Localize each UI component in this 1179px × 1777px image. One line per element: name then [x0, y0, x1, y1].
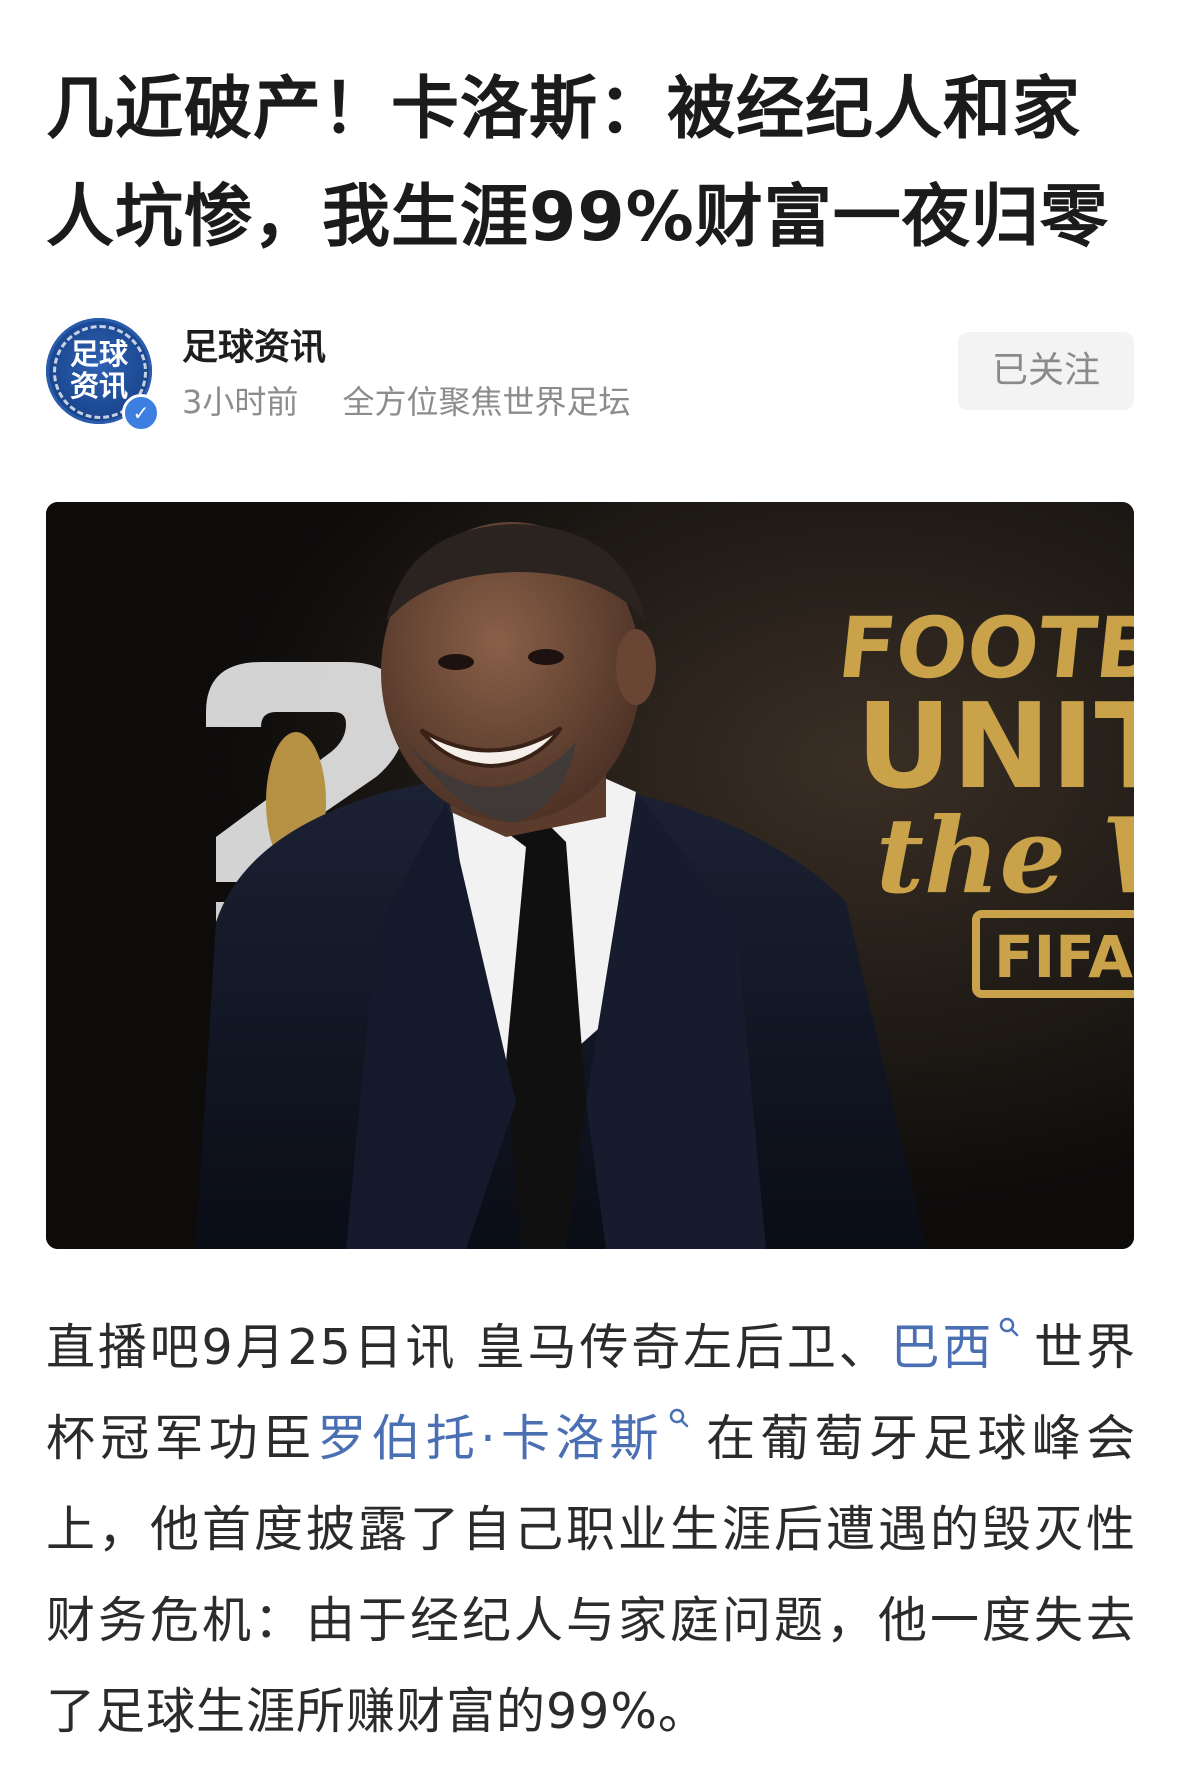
- article-hero-image[interactable]: FOOTBA UNITE the Wo FIFA: [46, 502, 1134, 1249]
- author-bar: 足球 资讯 ✓ 足球资讯 3小时前 全方位聚焦世界足坛 已关注: [46, 318, 1134, 432]
- publish-time: 3小时前: [182, 383, 299, 421]
- verified-check-icon: ✓: [122, 394, 160, 432]
- sign-text-line3: the Wo: [876, 794, 1134, 917]
- entity-link-brazil[interactable]: 巴西: [891, 1319, 995, 1376]
- hero-photo-illustration: FOOTBA UNITE the Wo FIFA: [46, 502, 1134, 1249]
- body-text-segment1: 直播吧9月25日讯 皇马传奇左后卫、: [46, 1319, 891, 1376]
- entity-link-roberto-carlos[interactable]: 罗伯托·卡洛斯: [317, 1410, 663, 1467]
- author-meta: 3小时前 全方位聚焦世界足坛: [182, 382, 631, 422]
- author-description: 全方位聚焦世界足坛: [342, 383, 631, 421]
- sign-text-line4: FIFA: [994, 923, 1133, 991]
- author-name[interactable]: 足球资讯: [182, 326, 326, 370]
- article-body: 直播吧9月25日讯 皇马传奇左后卫、巴西 世界杯冠军功臣罗伯托·卡洛斯 在葡萄牙足球…: [46, 1302, 1136, 1757]
- search-icon[interactable]: [668, 1407, 690, 1429]
- search-icon[interactable]: [998, 1316, 1020, 1338]
- avatar-logo-text-line1: 足球: [69, 337, 128, 371]
- follow-button[interactable]: 已关注: [958, 332, 1134, 410]
- article-title: 几近破产！卡洛斯：被经纪人和家人坑惨，我生涯99%财富一夜归零: [46, 70, 1109, 257]
